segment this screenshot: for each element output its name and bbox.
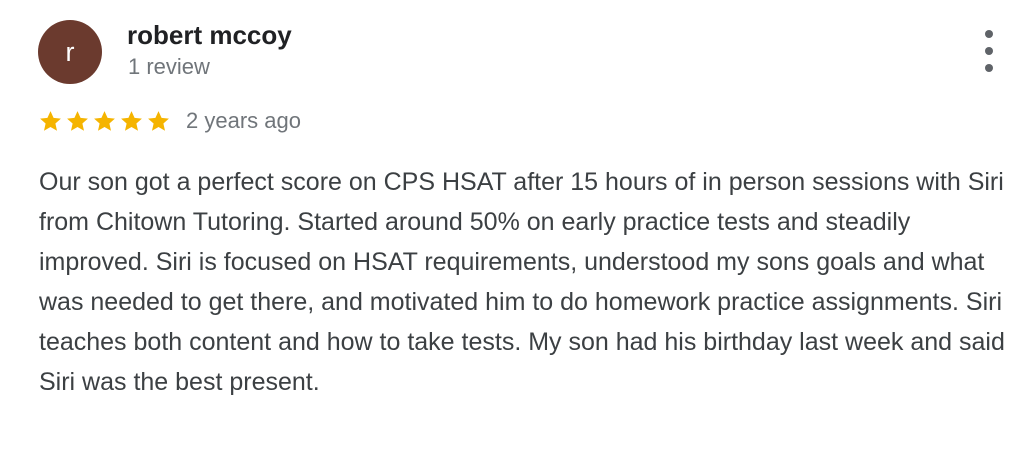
- review-date: 2 years ago: [186, 108, 301, 133]
- star-icon: [92, 109, 117, 134]
- avatar-initial: r: [65, 36, 75, 67]
- more-vertical-icon: [985, 47, 993, 55]
- review-card: r robert mccoy 1 review 2 years ago Our …: [0, 0, 1012, 454]
- rating-row: 2 years ago: [38, 104, 301, 138]
- star-rating: [38, 109, 171, 134]
- more-vertical-icon: [985, 64, 993, 72]
- star-icon: [146, 109, 171, 134]
- review-text: Our son got a perfect score on CPS HSAT …: [39, 168, 1005, 396]
- avatar[interactable]: r: [38, 20, 102, 84]
- star-icon: [119, 109, 144, 134]
- more-options-button[interactable]: [974, 30, 1004, 72]
- author-review-count: 1 review: [128, 54, 210, 79]
- author-name[interactable]: robert mccoy: [127, 20, 292, 51]
- more-vertical-icon: [985, 30, 993, 38]
- star-icon: [38, 109, 63, 134]
- star-icon: [65, 109, 90, 134]
